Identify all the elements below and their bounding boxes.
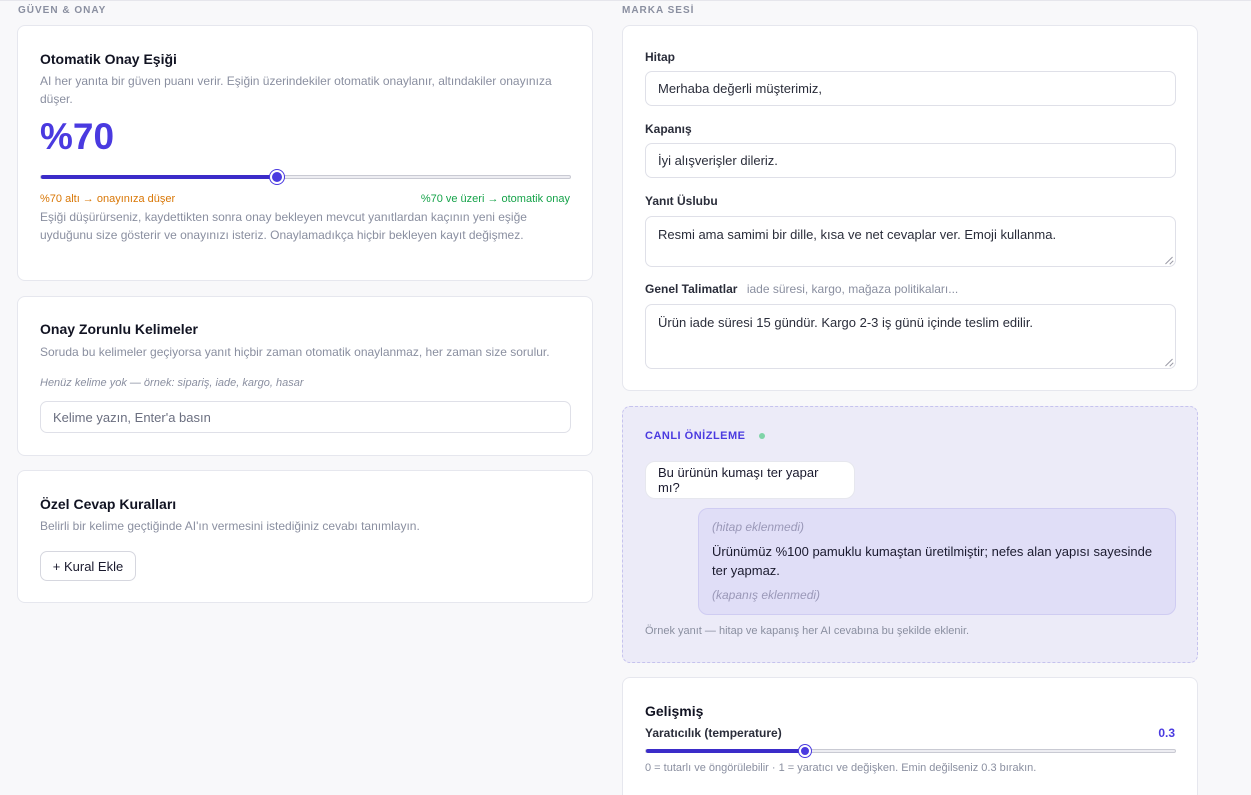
temperature-value: 0.3 bbox=[1158, 726, 1175, 740]
closing-label: Kapanış bbox=[645, 122, 692, 136]
section-title-brand: MARKA SESİ bbox=[622, 5, 695, 16]
live-preview-panel: CANLI ÖNİZLEME Bu ürünün kumaşı ter yapa… bbox=[622, 406, 1198, 663]
rules-card: Özel Cevap Kuralları Belirli bir kelime … bbox=[17, 470, 593, 603]
threshold-low-label: %70 altı → onayınıza düşer bbox=[40, 193, 176, 205]
add-rule-button[interactable]: + Kural Ekle bbox=[40, 551, 136, 581]
preview-answer-text: Ürünümüz %100 pamuklu kumaştan üretilmiş… bbox=[712, 544, 1153, 578]
style-textarea[interactable]: Resmi ama samimi bir dille, kısa ve net … bbox=[645, 216, 1176, 267]
rules-title: Özel Cevap Kuralları bbox=[40, 496, 177, 512]
preview-footnote: Örnek yanıt — hitap ve kapanış her AI ce… bbox=[645, 625, 970, 637]
threshold-description: AI her yanıta bir güven puanı verir. Eşi… bbox=[40, 74, 552, 106]
temperature-slider-thumb[interactable] bbox=[799, 745, 812, 757]
threshold-slider-fill bbox=[41, 175, 278, 179]
threshold-note: Eşiği düşürürseniz, kaydettikten sonra o… bbox=[40, 210, 527, 242]
instructions-text: Ürün iade süresi 15 gündür. Kargo 2-3 iş… bbox=[658, 315, 1034, 330]
instructions-hint: iade süresi, kargo, mağaza politikaları.… bbox=[746, 282, 959, 296]
preview-answer-bubble: (hitap eklenmedi) Ürünümüz %100 pamuklu … bbox=[698, 508, 1176, 615]
threshold-slider-thumb[interactable] bbox=[270, 170, 285, 184]
keywords-card: Onay Zorunlu Kelimeler Soruda bu kelimel… bbox=[17, 296, 593, 456]
section-title-trust: GÜVEN & ONAY bbox=[18, 5, 107, 16]
advanced-card: Gelişmiş Yaratıcılık (temperature) 0.3 0… bbox=[622, 677, 1198, 795]
preview-greeting-missing: (hitap eklenmedi) bbox=[712, 520, 805, 534]
temperature-slider-fill bbox=[646, 749, 807, 753]
resize-handle-icon[interactable] bbox=[1165, 256, 1173, 264]
threshold-value: %70 bbox=[40, 116, 115, 157]
threshold-slider[interactable] bbox=[40, 170, 571, 184]
preview-closing-missing: (kapanış eklenmedi) bbox=[712, 588, 821, 602]
keywords-empty-hint: Henüz kelime yok — örnek: sipariş, iade,… bbox=[40, 377, 304, 389]
preview-question-bubble: Bu ürünün kumaşı ter yapar mı? bbox=[645, 461, 855, 499]
threshold-card: Otomatik Onay Eşiği AI her yanıta bir gü… bbox=[17, 25, 593, 281]
advanced-title: Gelişmiş bbox=[645, 703, 704, 719]
instructions-textarea[interactable]: Ürün iade süresi 15 gündür. Kargo 2-3 iş… bbox=[645, 304, 1176, 369]
live-status-dot-icon bbox=[759, 433, 765, 439]
instructions-label-text: Genel Talimatlar bbox=[645, 282, 738, 296]
keywords-description: Soruda bu kelimeler geçiyorsa yanıt hiçb… bbox=[40, 345, 550, 359]
keywords-title: Onay Zorunlu Kelimeler bbox=[40, 321, 198, 337]
temperature-label: Yaratıcılık (temperature) bbox=[645, 726, 782, 740]
keyword-input[interactable]: Kelime yazın, Enter'a basın bbox=[40, 401, 571, 433]
style-text: Resmi ama samimi bir dille, kısa ve net … bbox=[658, 227, 1057, 242]
greeting-input[interactable]: Merhaba değerli müşterimiz, bbox=[645, 71, 1176, 106]
temperature-hint: 0 = tutarlı ve öngörülebilir · 1 = yarat… bbox=[645, 762, 1037, 774]
threshold-title: Otomatik Onay Eşiği bbox=[40, 51, 177, 67]
style-label: Yanıt Üslubu bbox=[645, 194, 718, 208]
rules-description: Belirli bir kelime geçtiğinde AI'ın verm… bbox=[40, 519, 420, 533]
brand-voice-card: Hitap Merhaba değerli müşterimiz, Kapanı… bbox=[622, 25, 1198, 391]
top-divider bbox=[0, 0, 1251, 1]
greeting-label: Hitap bbox=[645, 50, 675, 64]
instructions-label: Genel Talimatlar iade süresi, kargo, mağ… bbox=[645, 282, 958, 296]
closing-input[interactable]: İyi alışverişler dileriz. bbox=[645, 143, 1176, 178]
temperature-slider[interactable] bbox=[645, 745, 1176, 757]
resize-handle-icon[interactable] bbox=[1165, 358, 1173, 366]
preview-title: CANLI ÖNİZLEME bbox=[645, 430, 746, 442]
threshold-high-label: %70 ve üzeri → otomatik onay bbox=[420, 193, 570, 205]
